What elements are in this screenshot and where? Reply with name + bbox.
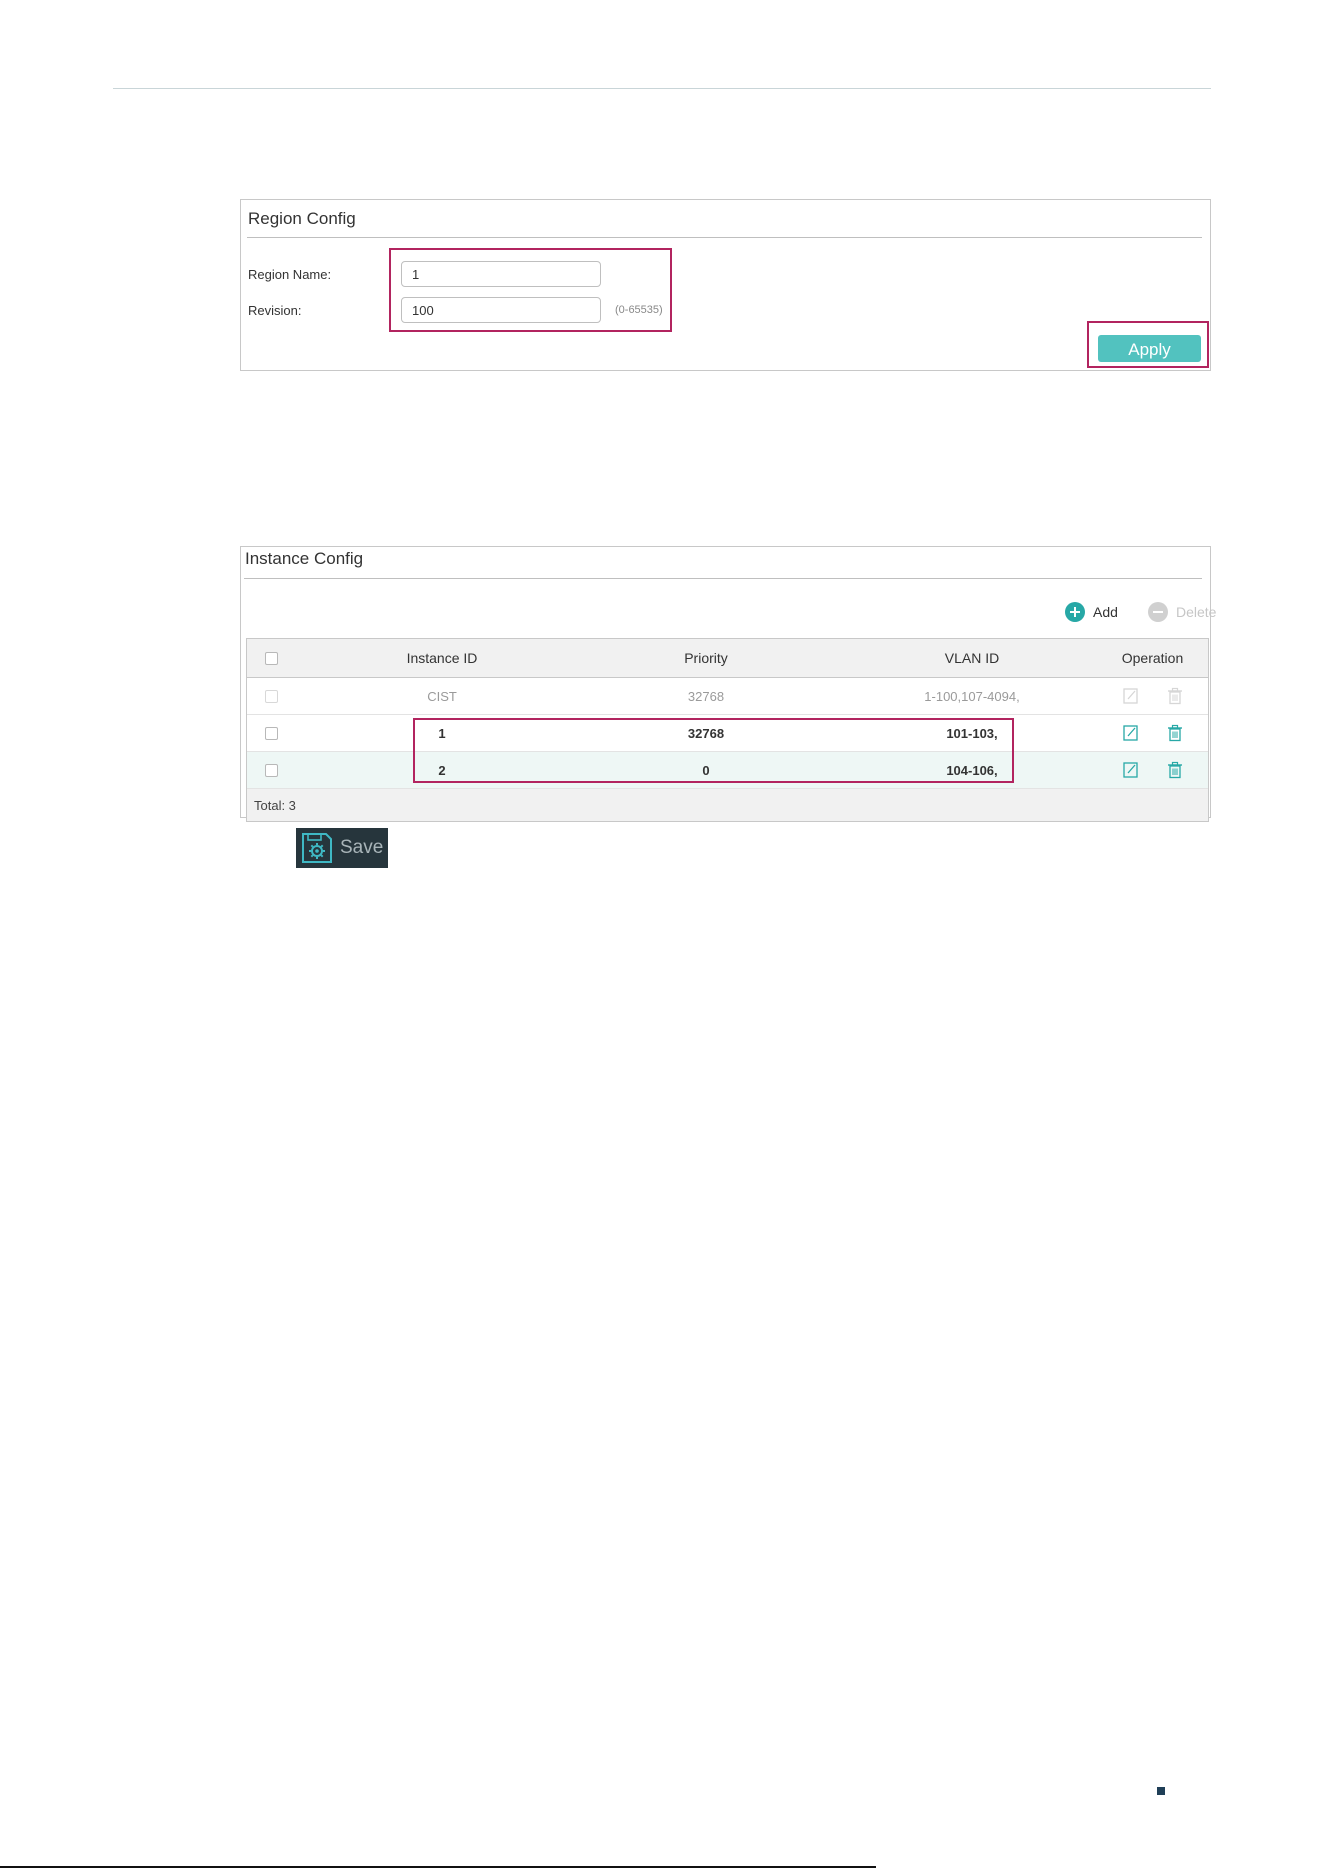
save-button[interactable]: Save: [296, 828, 388, 868]
table-row[interactable]: 1 32768 101-103,: [247, 715, 1208, 752]
total-count: Total: 3: [254, 798, 296, 813]
revision-label: Revision:: [248, 303, 302, 318]
column-header-operation: Operation: [1121, 650, 1184, 666]
row-checkbox[interactable]: [264, 726, 278, 740]
add-circle-icon: [1065, 602, 1085, 622]
delete-label: Delete: [1176, 604, 1217, 620]
column-header-instance-id: Instance ID: [406, 650, 478, 666]
column-header-vlan-id: VLAN ID: [944, 650, 1000, 666]
panel-title: Instance Config: [245, 549, 364, 568]
add-label: Add: [1093, 604, 1118, 620]
apply-button[interactable]: Apply: [1098, 335, 1201, 362]
row-checkbox: [264, 689, 278, 703]
instance-table: Instance ID Priority VLAN ID Operation C…: [246, 638, 1209, 822]
priority-cell: 32768: [687, 688, 725, 704]
save-label: Save: [340, 837, 384, 858]
select-all-checkbox[interactable]: [264, 651, 278, 665]
priority-cell: 0: [702, 762, 710, 778]
instance-config-panel: Instance Config Add Delete Instance ID P…: [240, 546, 1216, 822]
panel-divider: [244, 578, 1202, 579]
panel-divider: [247, 237, 1202, 238]
page-bottom-rule: [0, 1866, 876, 1868]
add-button[interactable]: Add: [1065, 602, 1118, 622]
page-top-rule: [113, 88, 1211, 89]
column-header-priority: Priority: [684, 650, 728, 666]
priority-cell: 32768: [687, 725, 725, 741]
instance-id-cell: 1: [438, 725, 446, 741]
trash-icon[interactable]: [1166, 761, 1184, 779]
edit-icon[interactable]: [1122, 761, 1140, 779]
vlan-id-cell: 101-103,: [946, 725, 998, 741]
region-config-panel: Region Config Region Name: Revision: (0-…: [240, 199, 1211, 371]
delete-circle-icon: [1148, 602, 1168, 622]
edit-icon[interactable]: [1122, 724, 1140, 742]
page-marker: [1157, 1787, 1165, 1795]
vlan-id-cell: 1-100,107-4094,: [924, 688, 1020, 704]
vlan-id-cell: 104-106,: [946, 762, 998, 778]
delete-button[interactable]: Delete: [1148, 602, 1216, 622]
trash-icon: [1166, 687, 1184, 705]
instance-id-cell: 2: [438, 762, 446, 778]
trash-icon[interactable]: [1166, 724, 1184, 742]
edit-icon: [1122, 687, 1140, 705]
table-footer: Total: 3: [247, 789, 1208, 821]
region-name-label: Region Name:: [248, 267, 332, 282]
region-name-input[interactable]: [401, 261, 601, 287]
table-row[interactable]: 2 0 104-106,: [247, 752, 1208, 789]
revision-range-hint: (0-65535): [615, 304, 663, 316]
panel-title: Region Config: [248, 209, 356, 228]
revision-input[interactable]: [401, 297, 601, 323]
instance-id-cell: CIST: [427, 688, 457, 704]
save-gear-icon: [300, 831, 334, 865]
row-checkbox[interactable]: [264, 763, 278, 777]
table-row: CIST 32768 1-100,107-4094,: [247, 678, 1208, 715]
table-header-row: Instance ID Priority VLAN ID Operation: [247, 639, 1208, 678]
